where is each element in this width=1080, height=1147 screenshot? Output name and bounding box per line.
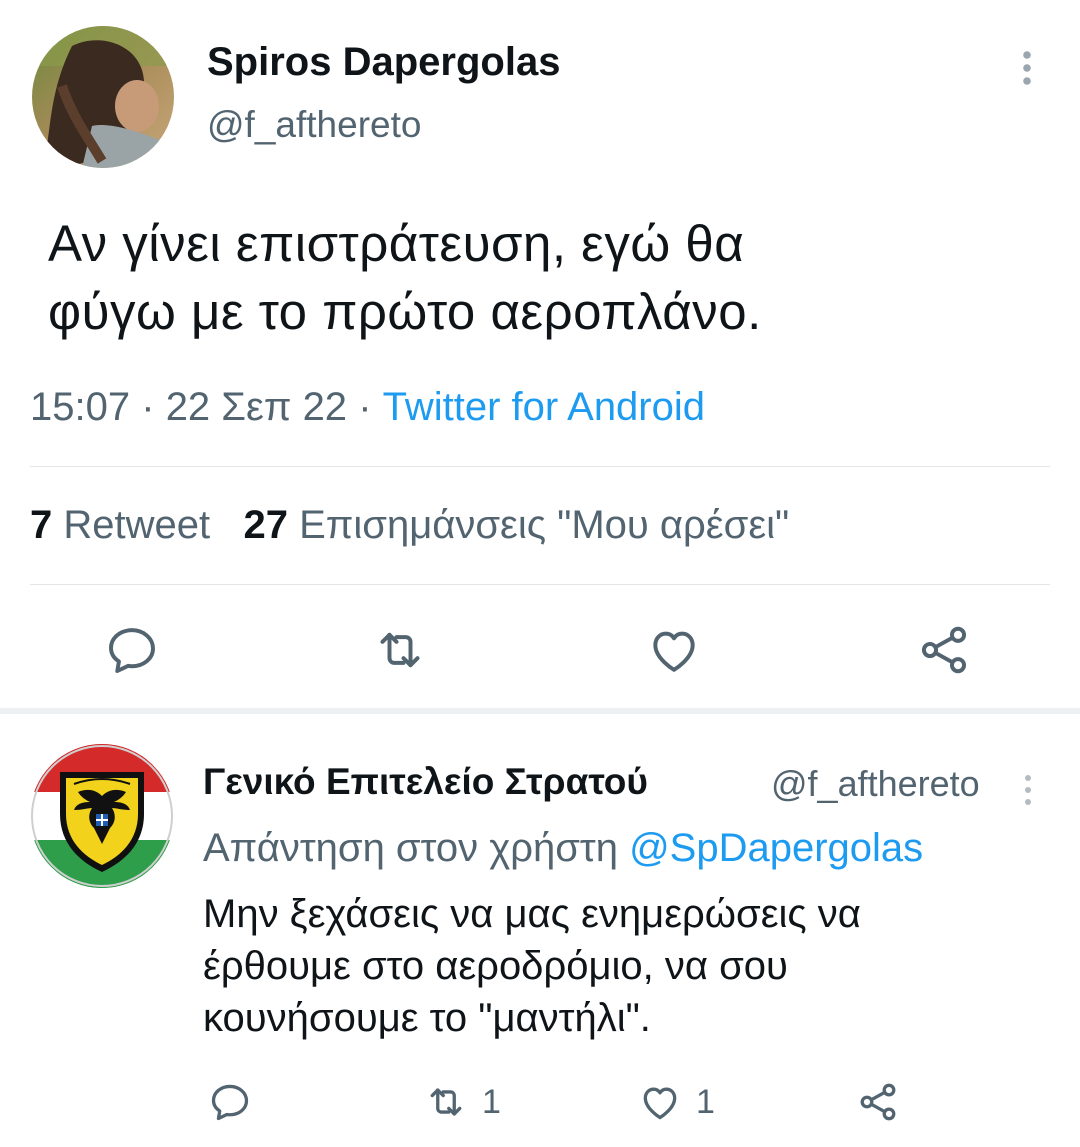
- retweets-stat[interactable]: 7 Retweet: [30, 503, 210, 547]
- heart-icon: [643, 1087, 677, 1120]
- reply-like-button[interactable]: 1: [638, 1080, 715, 1124]
- retweet-icon: [430, 1088, 462, 1116]
- tweet-stats: 7 Retweet 27 Επισημάνσεις "Μου αρέσει": [30, 503, 789, 548]
- tweet-date[interactable]: 22 Σεπ 22: [166, 385, 347, 429]
- avatar-photo: [32, 26, 174, 168]
- reply-text-line: έρθουμε στο αεροδρόμιο, να σου: [203, 944, 788, 988]
- like-count: 1: [696, 1082, 715, 1121]
- reply-share-button[interactable]: [856, 1080, 900, 1124]
- divider: [30, 466, 1050, 467]
- tweet-text: Αν γίνει επιστράτευση, εγώ θα φύγω με το…: [48, 210, 1048, 346]
- retweet-count: 1: [482, 1082, 501, 1121]
- tweet-text-line: φύγω με το πρώτο αεροπλάνο.: [48, 283, 762, 340]
- reply-author-handle[interactable]: @f_afthereto: [771, 763, 980, 805]
- reply-text-line: Μην ξεχάσεις να μας ενημερώσεις να: [203, 892, 861, 936]
- tweet-time[interactable]: 15:07: [30, 385, 130, 429]
- retweets-count: 7: [30, 503, 53, 547]
- reply-icon: [211, 1084, 249, 1121]
- more-options-icon[interactable]: [1012, 48, 1042, 88]
- reply-author-avatar[interactable]: [30, 744, 174, 888]
- reply-text: Μην ξεχάσεις να μας ενημερώσεις να έρθου…: [203, 888, 1063, 1044]
- replying-to: Απάντηση στον χρήστη @SpDapergolas: [203, 826, 923, 871]
- replying-to-mention-link[interactable]: @SpDapergolas: [629, 826, 923, 870]
- army-emblem-icon: [30, 744, 174, 888]
- meta-separator: ·: [141, 385, 155, 429]
- reply-author-display-name[interactable]: Γενικό Επιτελείο Στρατού: [203, 761, 648, 803]
- reply-retweet-button[interactable]: 1: [424, 1080, 501, 1124]
- author-display-name[interactable]: Spiros Dapergolas: [207, 40, 560, 85]
- share-icon: [860, 1083, 896, 1121]
- likes-label: Επισημάνσεις "Μου αρέσει": [299, 503, 790, 547]
- heart-icon[interactable]: [646, 622, 702, 678]
- likes-stat[interactable]: 27 Επισημάνσεις "Μου αρέσει": [243, 503, 789, 547]
- tweet-source-link[interactable]: Twitter for Android: [383, 385, 705, 429]
- more-options-icon[interactable]: [1017, 772, 1039, 808]
- share-icon[interactable]: [916, 622, 972, 678]
- author-handle[interactable]: @f_afthereto: [207, 104, 421, 146]
- meta-separator: ·: [358, 385, 372, 429]
- reply-text-line: κουνήσουμε το "μαντήλι".: [203, 996, 651, 1040]
- tweet-text-line: Αν γίνει επιστράτευση, εγώ θα: [48, 215, 745, 272]
- retweets-label: Retweet: [63, 503, 211, 547]
- tweet-meta: 15:07 · 22 Σεπ 22 · Twitter for Android: [30, 385, 705, 430]
- retweet-icon[interactable]: [372, 622, 428, 678]
- divider: [30, 584, 1050, 585]
- reply-icon[interactable]: [104, 622, 160, 678]
- reply-reply-button[interactable]: [208, 1080, 266, 1124]
- likes-count: 27: [243, 503, 288, 547]
- section-separator: [0, 708, 1080, 714]
- author-avatar[interactable]: [32, 26, 174, 168]
- replying-to-label: Απάντηση στον χρήστη: [203, 826, 618, 870]
